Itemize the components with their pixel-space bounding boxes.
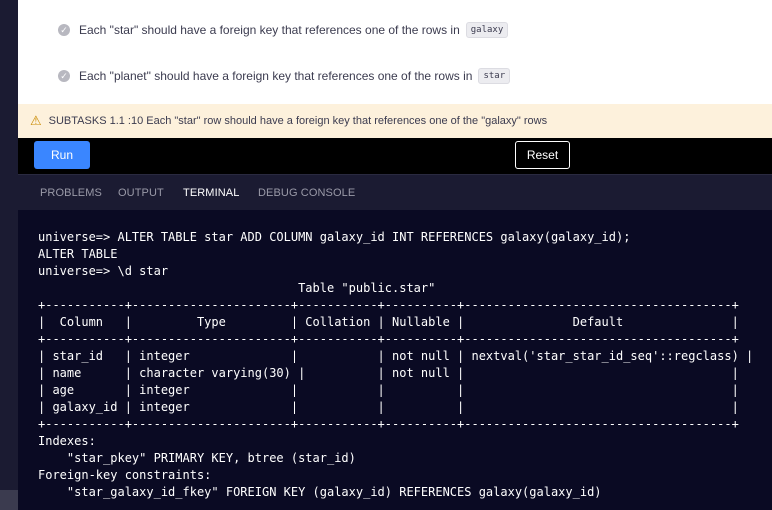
terminal-line: Indexes:	[38, 434, 96, 448]
toolbar: Run Reset	[18, 138, 772, 174]
panel-tabs: PROBLEMS OUTPUT TERMINAL DEBUG CONSOLE	[18, 174, 772, 211]
tab-debug-console[interactable]: DEBUG CONSOLE	[258, 175, 355, 211]
task-code: star	[478, 68, 511, 84]
task-item: ✓ Each "planet" should have a foreign ke…	[58, 68, 511, 84]
check-circle-icon: ✓	[58, 24, 70, 36]
task-text: Each "planet" should have a foreign key …	[79, 69, 473, 83]
terminal-line: | age | integer | | | |	[38, 383, 739, 397]
subtask-warning: ⚠ SUBTASKS 1.1 :10 Each "star" row shoul…	[18, 104, 772, 138]
terminal-line: +-----------+----------------------+----…	[38, 298, 739, 312]
terminal-line: Table "public.star"	[38, 281, 436, 295]
side-gutter-footer	[0, 490, 18, 510]
tab-output[interactable]: OUTPUT	[118, 175, 164, 211]
tab-terminal[interactable]: TERMINAL	[183, 175, 240, 211]
task-item: ✓ Each "star" should have a foreign key …	[58, 22, 509, 38]
terminal-line: "star_galaxy_id_fkey" FOREIGN KEY (galax…	[38, 485, 602, 499]
terminal-line: Foreign-key constraints:	[38, 468, 212, 482]
terminal-line: | star_id | integer | | not null | nextv…	[38, 349, 754, 363]
terminal[interactable]: universe=> ALTER TABLE star ADD COLUMN g…	[18, 210, 772, 510]
terminal-line: universe=> \d star	[38, 264, 169, 278]
terminal-line: | name | character varying(30) | | not n…	[38, 366, 739, 380]
warning-text: SUBTASKS 1.1 :10 Each "star" row should …	[48, 115, 548, 127]
terminal-line: | Column | Type | Collation | Nullable |…	[38, 315, 739, 329]
terminal-output: universe=> ALTER TABLE star ADD COLUMN g…	[38, 229, 772, 501]
terminal-line: | galaxy_id | integer | | | |	[38, 400, 739, 414]
warning-icon: ⚠	[30, 113, 42, 128]
terminal-line: universe=> ALTER TABLE star ADD COLUMN g…	[38, 230, 631, 244]
terminal-line: "star_pkey" PRIMARY KEY, btree (star_id)	[38, 451, 356, 465]
check-circle-icon: ✓	[58, 70, 70, 82]
task-text: Each "star" should have a foreign key th…	[79, 23, 460, 37]
terminal-line: +-----------+----------------------+----…	[38, 417, 739, 431]
terminal-line: ALTER TABLE	[38, 247, 118, 261]
instructions-panel: ✓ Each "star" should have a foreign key …	[18, 0, 772, 104]
task-code: galaxy	[465, 22, 509, 38]
run-button[interactable]: Run	[34, 141, 90, 169]
tab-problems[interactable]: PROBLEMS	[40, 175, 102, 211]
side-gutter	[0, 0, 18, 510]
terminal-line: +-----------+----------------------+----…	[38, 332, 739, 346]
reset-button[interactable]: Reset	[515, 141, 570, 169]
